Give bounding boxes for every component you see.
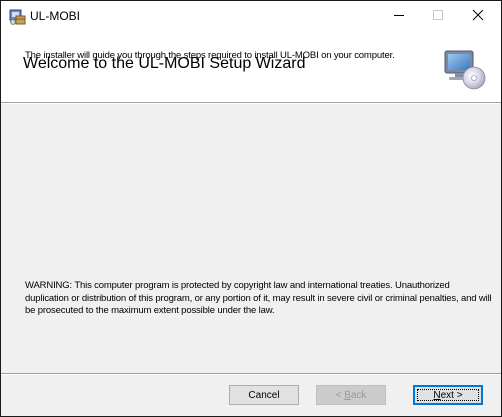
footer-divider-highlight [1, 374, 501, 375]
back-button: < Back [316, 385, 386, 405]
minimize-icon [393, 8, 405, 26]
maximize-icon [432, 8, 444, 26]
back-rest: ack [350, 389, 367, 401]
cancel-button[interactable]: Cancel [229, 385, 299, 405]
title-bar[interactable]: UL-MOBI [1, 1, 501, 32]
banner-separator [1, 103, 501, 104]
back-button-label: < Back [336, 390, 367, 401]
window-title: UL-MOBI [30, 9, 81, 23]
installer-app-icon [8, 7, 26, 25]
back-accesskey: B [344, 389, 351, 401]
setup-window: UL-MOBI Welcome to the UL-MOBI Setup Wiz… [0, 0, 502, 417]
copyright-warning: WARNING: This computer program is protec… [25, 280, 492, 316]
intro-text: The installer will guide you through the… [25, 50, 395, 61]
close-icon [472, 8, 484, 26]
setup-computer-cd-icon [441, 47, 487, 93]
cancel-button-label: Cancel [248, 389, 280, 401]
next-button[interactable]: Next > [413, 385, 483, 405]
wizard-banner: Welcome to the UL-MOBI Setup Wizard [1, 32, 501, 103]
close-button[interactable] [455, 1, 501, 32]
back-prefix: < [335, 389, 345, 401]
focus-rectangle [417, 389, 479, 401]
